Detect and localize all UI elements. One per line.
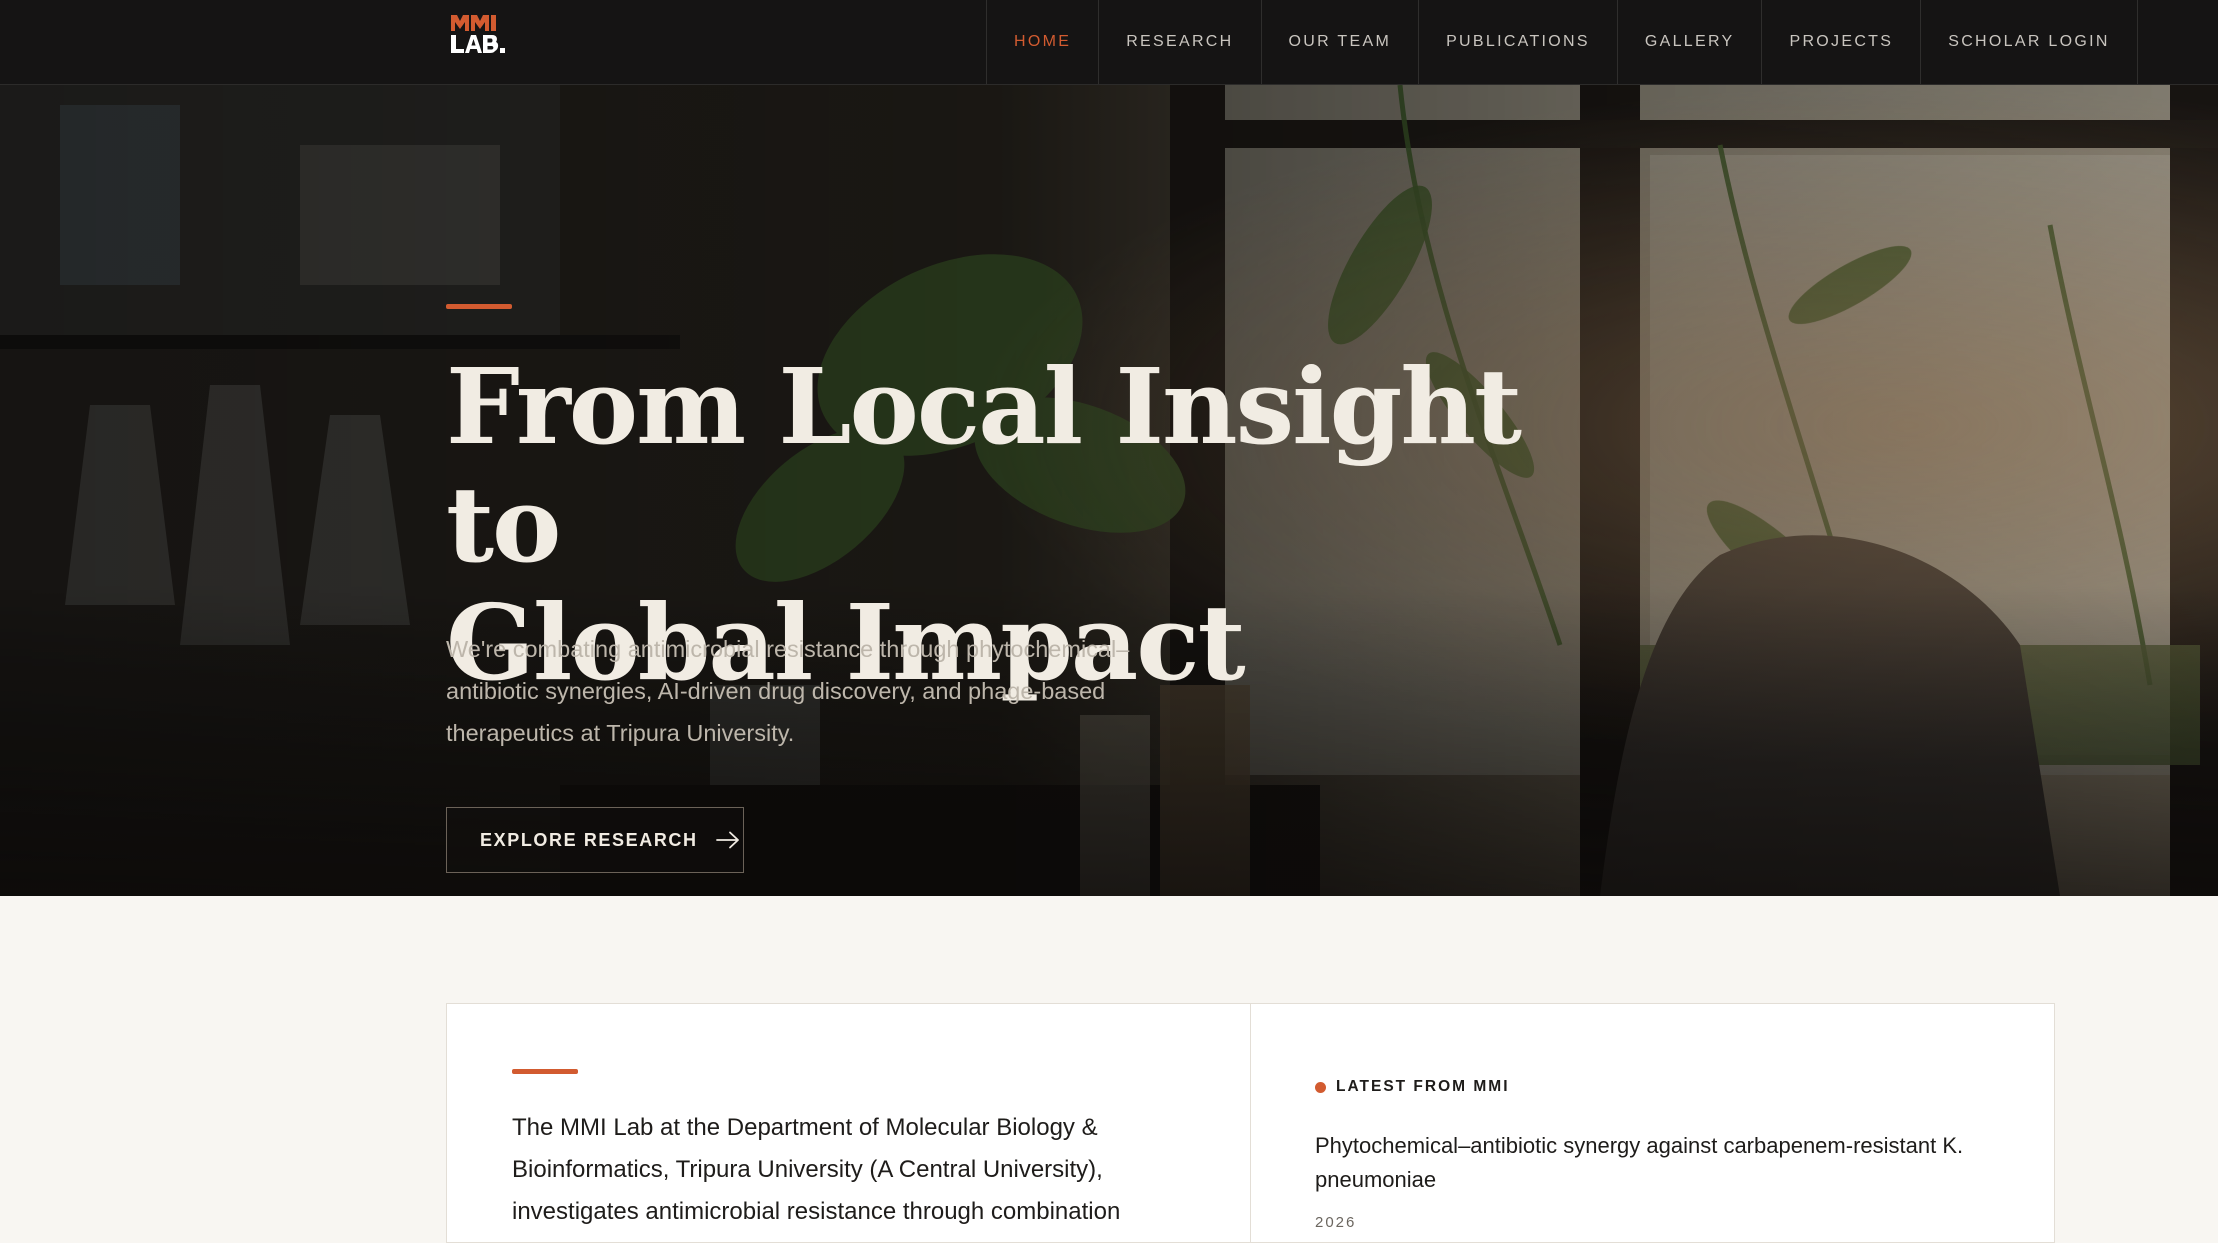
latest-article-year: 2026 [1315,1214,1357,1231]
about-intro-text: The MMI Lab at the Department of Molecul… [512,1114,1121,1225]
about-accent-bar [512,1069,578,1074]
nav-item-our-team[interactable]: Our Team [1262,0,1420,84]
latest-news-card: Latest from MMI Phytochemical–antibiotic… [1251,1004,2054,1242]
nav-item-projects[interactable]: Projects [1762,0,1922,84]
nav-item-publications[interactable]: Publications [1419,0,1618,84]
hero-title-line-1: From Local Insight to [446,345,1522,586]
latest-label: Latest from MMI [1315,1078,1510,1096]
latest-article-link[interactable]: Phytochemical–antibiotic synergy against… [1315,1129,2015,1197]
nav-item-scholar-login[interactable]: Scholar Login [1921,0,2138,84]
latest-label-text: Latest from MMI [1336,1078,1510,1095]
mmi-lab-logo[interactable] [450,13,512,55]
explore-research-button[interactable]: Explore Research [446,807,744,873]
about-card: The MMI Lab at the Department of Molecul… [447,1004,1251,1242]
nav-item-gallery[interactable]: Gallery [1618,0,1763,84]
nav-item-research[interactable]: Research [1099,0,1262,84]
hero-subtitle: We're combating antimicrobial resistance… [446,636,1130,746]
arrow-right-icon [715,831,739,849]
latest-dot-icon [1315,1081,1326,1093]
nav-item-home[interactable]: Home [987,0,1100,84]
main-menu: Home Research Our Team Publications Gall… [986,0,2138,84]
hero-accent-bar [446,304,512,309]
top-navigation: Home Research Our Team Publications Gall… [0,0,2218,85]
hero-section: From Local Insight to Global Impact We'r… [0,85,2218,896]
intro-cards: The MMI Lab at the Department of Molecul… [446,1003,2055,1243]
explore-research-label: Explore Research [480,829,698,850]
